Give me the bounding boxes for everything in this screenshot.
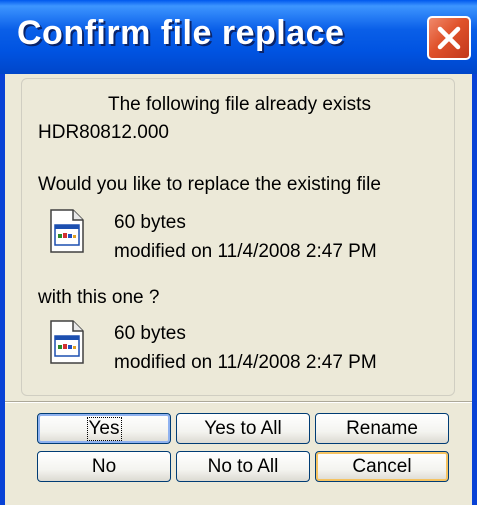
info-panel: The following file already exists HDR808… [21,78,455,396]
cancel-button[interactable]: Cancel [315,451,449,482]
file-name: HDR80812.000 [38,122,169,143]
replace-question: Would you like to replace the existing f… [38,174,381,195]
window-title: Confirm file replace [17,14,345,52]
rename-button[interactable]: Rename [315,413,449,444]
yes-to-all-button-label: Yes to All [204,418,282,439]
close-button[interactable] [427,16,471,60]
document-icon [50,320,84,364]
document-icon [50,209,84,253]
separator [5,401,472,403]
cancel-button-label: Cancel [352,456,412,477]
rename-button-label: Rename [346,418,418,439]
title-bar[interactable]: Confirm file replace [0,0,477,74]
new-file-modified: modified on 11/4/2008 2:47 PM [114,352,377,373]
confirm-file-replace-dialog: Confirm file replace The following file … [0,0,477,505]
no-to-all-button[interactable]: No to All [176,451,310,482]
exists-heading: The following file already exists [108,94,371,115]
yes-button-label: Yes [86,417,122,441]
no-to-all-button-label: No to All [207,456,279,477]
new-file-size: 60 bytes [114,323,186,344]
no-button[interactable]: No [37,451,171,482]
with-this-one-label: with this one ? [38,287,160,308]
yes-button[interactable]: Yes [37,413,171,444]
existing-file-size: 60 bytes [114,212,186,233]
no-button-label: No [91,456,117,477]
existing-file-modified: modified on 11/4/2008 2:47 PM [114,241,377,262]
yes-to-all-button[interactable]: Yes to All [176,413,310,444]
close-icon [437,26,461,50]
dialog-body: The following file already exists HDR808… [5,74,472,505]
